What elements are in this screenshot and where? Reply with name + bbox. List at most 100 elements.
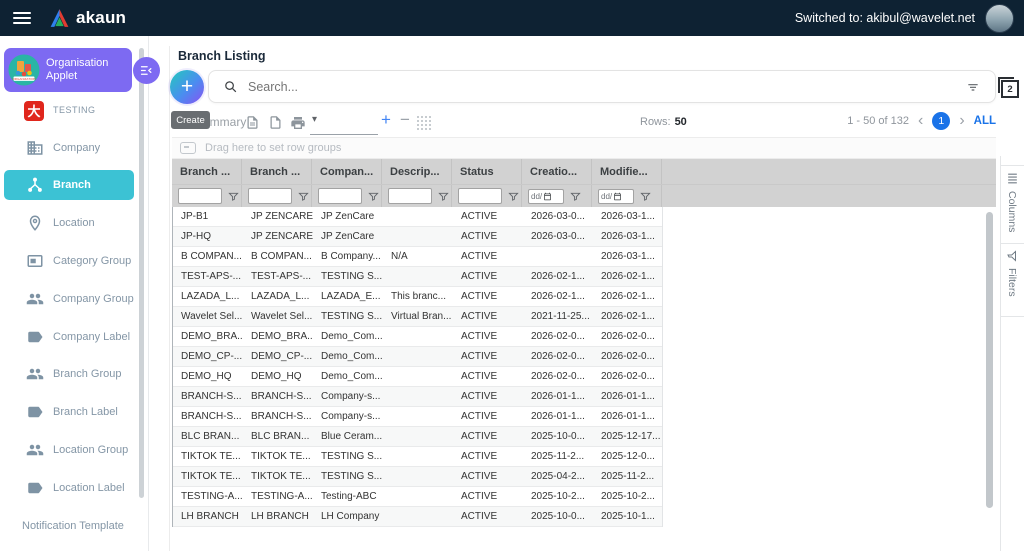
sidebar-item-label: Branch [53, 179, 91, 192]
table-cell: LH BRANCH [181, 511, 239, 522]
column-header-0[interactable]: Branch ... [172, 159, 242, 184]
table-cell: LAZADA_L... [181, 291, 240, 302]
sidebar-item-company-label[interactable]: Company Label [0, 318, 148, 356]
tab-columns[interactable]: Columns [1001, 165, 1024, 238]
table-row-14[interactable]: TESTING-A... TESTING-A... Testing-ABC ACTIV… [173, 487, 662, 507]
table-row-1[interactable]: JP-HQ JP ZENCARE JP ZenCare ACTIVE 2026-03-0… [173, 227, 662, 247]
table-cell: ACTIVE [461, 351, 498, 362]
sidebar-item-branch[interactable]: Branch [0, 167, 148, 205]
filter-funnel-icon[interactable] [438, 191, 449, 202]
filter-funnel-icon[interactable] [368, 191, 379, 202]
table-row-13[interactable]: TIKTOK TE... TIKTOK TE... TESTING S... ACTI… [173, 467, 662, 487]
column-header-2[interactable]: Compan... [312, 159, 382, 184]
column-header-5[interactable]: Creatio... [522, 159, 592, 184]
table-row-11[interactable]: BLC BRAN... BLC BRAN... Blue Ceram... ACTIV… [173, 427, 662, 447]
date-filter-input-6[interactable]: dd/ [598, 188, 634, 204]
zoom-out-icon[interactable]: − [400, 110, 410, 130]
table-cell: BRANCH-S... [251, 411, 312, 422]
sidebar-scrollbar[interactable] [139, 48, 144, 498]
column-header-4[interactable]: Status [452, 159, 522, 184]
sidebar-item-branch-label[interactable]: Branch Label [0, 393, 148, 431]
print-icon[interactable] [290, 115, 306, 131]
filter-list-icon[interactable] [965, 79, 981, 95]
switch-view-icon[interactable]: 2 [998, 77, 1019, 98]
filter-input-4[interactable] [458, 188, 502, 204]
table-row-15[interactable]: LH BRANCH LH BRANCH LH Company ACTIVE 2025-1… [173, 507, 662, 527]
akaun-logo[interactable]: akaun [49, 8, 126, 28]
table-cell: 2026-01-1... [601, 411, 655, 422]
table-cell: 2025-10-1... [601, 511, 655, 522]
filter-cell-2 [312, 185, 382, 207]
table-cell: BLC BRAN... [251, 431, 310, 442]
hamburger-menu-icon[interactable] [13, 12, 31, 24]
table-row-10[interactable]: BRANCH-S... BRANCH-S... Company-s... ACTIVE… [173, 407, 662, 427]
sidebar-item-location[interactable]: Location [0, 204, 148, 242]
table-row-0[interactable]: JP-B1 JP ZENCARE JP ZenCare ACTIVE 2026-03-0… [173, 207, 662, 227]
tab-inner: Filters [1001, 244, 1024, 316]
search-input[interactable] [246, 78, 957, 95]
export-file-icon[interactable] [268, 115, 283, 130]
tab-filters[interactable]: Filters [1001, 243, 1024, 317]
current-page-button[interactable]: 1 [932, 112, 951, 130]
table-row-7[interactable]: DEMO_CP-... DEMO_CP-... Demo_Com... ACTIVE 2… [173, 347, 662, 367]
sidebar-item-testing[interactable]: 大 TESTING [0, 91, 148, 129]
sidebar-item-location-label[interactable]: Location Label [0, 469, 148, 507]
show-all-button[interactable]: ALL [974, 115, 996, 127]
column-header-1[interactable]: Branch ... [242, 159, 312, 184]
organisation-applet-icon: ORGANIZATION [7, 53, 41, 87]
prev-page-icon[interactable]: ‹ [918, 112, 923, 130]
create-button[interactable]: + [170, 70, 204, 104]
filter-input-2[interactable] [318, 188, 362, 204]
table-cell: ACTIVE [461, 451, 498, 462]
sidebar-item-location-group[interactable]: Location Group [0, 431, 148, 469]
table-row-2[interactable]: B COMPAN... B COMPAN... B Company... N/A ACT… [173, 247, 662, 267]
table-row-5[interactable]: Wavelet Sel... Wavelet Sel... TESTING S...… [173, 307, 662, 327]
sidebar-item-company-group[interactable]: Company Group [0, 280, 148, 318]
filter-funnel-icon[interactable] [640, 191, 651, 202]
table-row-4[interactable]: LAZADA_L... LAZADA_L... LAZADA_E... This br… [173, 287, 662, 307]
export-summary-icon[interactable] [245, 115, 260, 130]
zoom-in-icon[interactable]: + [381, 110, 391, 130]
sidebar-item-label: Company [53, 141, 101, 154]
table-cell: Demo_Com... [321, 331, 383, 342]
filter-funnel-icon[interactable] [228, 191, 239, 202]
filter-input-3[interactable] [388, 188, 432, 204]
table-row-6[interactable]: DEMO_BRA... DEMO_BRA... Demo_Com... ACTIVE 2… [173, 327, 662, 347]
column-header-6[interactable]: Modifie... [592, 159, 662, 184]
next-page-icon[interactable]: › [959, 112, 964, 130]
table-cell: BRANCH-S... [181, 391, 242, 402]
filter-input-0[interactable] [178, 188, 222, 204]
user-avatar[interactable] [985, 3, 1014, 33]
label-icon [26, 328, 44, 346]
location-icon [26, 214, 44, 232]
sidebar-item-category-group[interactable]: Category Group [0, 242, 148, 280]
sidebar-collapse-button[interactable] [133, 57, 160, 84]
filter-funnel-icon[interactable] [298, 191, 309, 202]
toolbar: Summary Create ▾ + − Rows: 50 1 - 50 of 1… [148, 109, 1024, 136]
filter-funnel-icon[interactable] [508, 191, 519, 202]
sidebar-item-notification-template[interactable]: Notification Template [0, 507, 148, 545]
table-header-row: Branch ... Branch ... Compan... Descrip... S… [172, 159, 996, 184]
page-size-select[interactable]: ▾ [310, 109, 378, 135]
table-cell: ACTIVE [461, 411, 498, 422]
filter-input-1[interactable] [248, 188, 292, 204]
table-row-8[interactable]: DEMO_HQ DEMO_HQ Demo_Com... ACTIVE 2026-02-0… [173, 367, 662, 387]
table-cell: JP ZENCARE [251, 231, 313, 242]
applet-header[interactable]: ORGANIZATION Organisation Applet [4, 48, 132, 92]
table-row-9[interactable]: BRANCH-S... BRANCH-S... Company-s... ACTIVE… [173, 387, 662, 407]
pagination-range: 1 - 50 of 132 [847, 115, 909, 127]
date-filter-input-5[interactable]: dd/ [528, 188, 564, 204]
table-cell: 2025-10-2... [601, 491, 655, 502]
table-cell: Wavelet Sel... [251, 311, 313, 322]
table-row-3[interactable]: TEST-APS-... TEST-APS-... TESTING S... ACTI… [173, 267, 662, 287]
pivot-grid-icon[interactable] [416, 115, 432, 131]
table-cell: N/A [391, 251, 408, 262]
table-scrollbar[interactable] [986, 212, 993, 508]
filter-funnel-icon[interactable] [570, 191, 581, 202]
column-header-3[interactable]: Descrip... [382, 159, 452, 184]
row-group-drop-zone[interactable]: Drag here to set row groups [172, 137, 996, 159]
sidebar-item-company[interactable]: Company [0, 129, 148, 167]
sidebar-item-branch-group[interactable]: Branch Group [0, 356, 148, 394]
table-cell: 2025-12-0... [601, 451, 655, 462]
table-row-12[interactable]: TIKTOK TE... TIKTOK TE... TESTING S... ACTI… [173, 447, 662, 467]
